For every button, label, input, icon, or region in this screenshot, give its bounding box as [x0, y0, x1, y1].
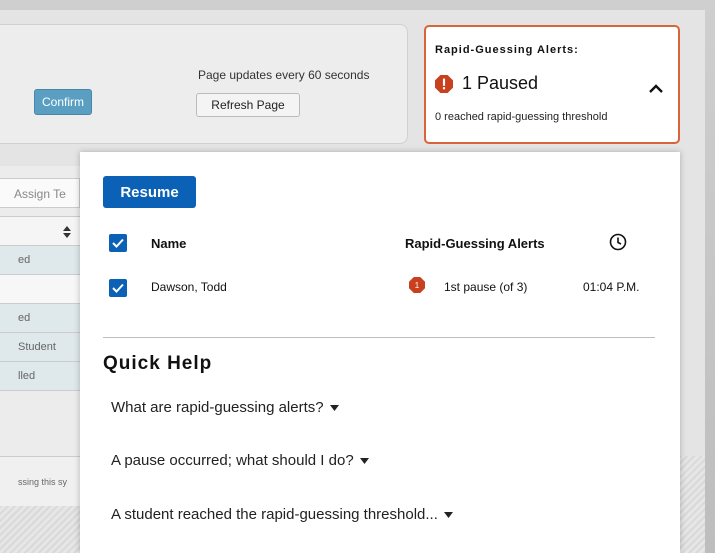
- checkmark-icon: [112, 283, 124, 293]
- help-link-what-are-alerts[interactable]: What are rapid-guessing alerts?: [111, 399, 339, 416]
- refresh-page-button[interactable]: Refresh Page: [196, 93, 300, 117]
- caret-down-icon: [359, 457, 369, 464]
- paused-count: 1 Paused: [462, 73, 539, 93]
- caret-down-icon: [443, 511, 453, 518]
- sort-icon[interactable]: [63, 226, 71, 238]
- checkmark-icon: [112, 238, 124, 248]
- table-row[interactable]: lled: [0, 362, 80, 391]
- help-link-label: A student reached the rapid-guessing thr…: [111, 506, 438, 523]
- confirm-button[interactable]: Confirm: [34, 89, 92, 115]
- top-toolbar: Confirm Page updates every 60 seconds Re…: [0, 24, 408, 144]
- alerts-popover: Resume Name Rapid-Guessing Alerts Dawson…: [80, 152, 680, 553]
- student-row-checkbox[interactable]: [109, 279, 127, 297]
- pause-time: 01:04 P.M.: [583, 280, 640, 294]
- threshold-subtext: 0 reached rapid-guessing threshold: [435, 111, 608, 123]
- table-row[interactable]: ed: [0, 304, 80, 333]
- alerts-card-title: Rapid-Guessing Alerts:: [435, 44, 579, 56]
- assign-test-button[interactable]: Assign Te: [0, 178, 80, 208]
- roster-table-header[interactable]: [0, 216, 80, 246]
- app-screen: Confirm Page updates every 60 seconds Re…: [0, 10, 705, 553]
- clock-icon: [609, 233, 627, 251]
- auto-update-note: Page updates every 60 seconds: [198, 68, 370, 82]
- pause-status: 1st pause (of 3): [444, 280, 528, 294]
- pause-badge-icon: 1: [409, 277, 425, 293]
- name-column-header: Name: [151, 236, 187, 251]
- help-link-pause-occurred[interactable]: A pause occurred; what should I do?: [111, 452, 369, 469]
- table-row[interactable]: ed: [0, 246, 80, 275]
- help-link-threshold[interactable]: A student reached the rapid-guessing thr…: [111, 506, 453, 523]
- alerts-count-row: 1 Paused: [435, 73, 538, 94]
- rapid-guessing-alerts-card[interactable]: Rapid-Guessing Alerts: 1 Paused 0 reache…: [424, 25, 680, 144]
- pause-badge-count: 1: [415, 281, 420, 290]
- resume-button[interactable]: Resume: [103, 176, 196, 208]
- alerts-column-header: Rapid-Guessing Alerts: [405, 236, 545, 251]
- footer-text: ssing this sy: [18, 477, 68, 487]
- stop-alert-icon: [435, 74, 453, 93]
- section-divider: [103, 337, 655, 338]
- quick-help-title: Quick Help: [103, 353, 213, 374]
- chevron-up-icon[interactable]: [649, 83, 663, 93]
- table-row[interactable]: Student: [0, 333, 80, 362]
- table-row[interactable]: [0, 275, 80, 304]
- caret-down-icon: [329, 404, 339, 411]
- student-name: Dawson, Todd: [151, 280, 227, 294]
- footer-bar: ssing this sy: [0, 456, 80, 506]
- help-link-label: A pause occurred; what should I do?: [111, 452, 354, 469]
- select-all-checkbox[interactable]: [109, 234, 127, 252]
- help-link-label: What are rapid-guessing alerts?: [111, 399, 324, 416]
